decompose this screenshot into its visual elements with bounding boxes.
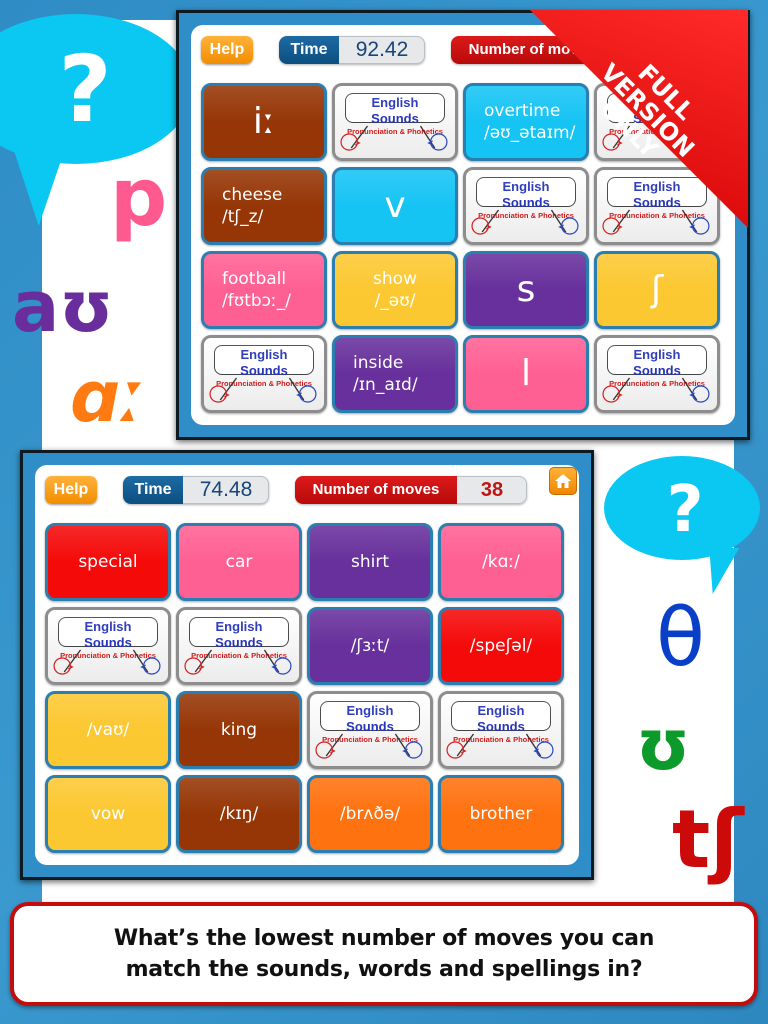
card[interactable]: /kɪŋ/ [176,775,302,853]
logo-title: English Sounds [84,619,132,650]
card[interactable]: /vaʊ/ [45,691,171,769]
home-icon [555,474,571,488]
card-face-down[interactable]: English SoundsPronunciation & Phonetics [438,691,564,769]
time-label: Time [123,476,183,504]
card[interactable]: vow [45,775,171,853]
card[interactable]: brother [438,775,564,853]
card[interactable]: ʃ [594,251,720,329]
card[interactable]: l [463,335,589,413]
card-text: vow [90,803,126,824]
time-label: Time [279,36,339,64]
card-text: ʃ [650,268,664,310]
card-face-down[interactable]: English SoundsPronunciation & Phonetics [594,335,720,413]
card-text: special [78,551,138,572]
card-text: cheese /tʃ_z/ [222,184,283,227]
home-button[interactable] [549,467,577,495]
card[interactable]: /kɑː/ [438,523,564,601]
card[interactable]: /speʃəl/ [438,607,564,685]
ipa-symbol-a-long: ɑː [70,356,144,438]
card-text: inside /ɪn_aɪd/ [353,352,418,395]
logo-title: English Sounds [633,347,681,378]
question-mark-icon: ? [666,473,704,547]
question-mark-icon: ? [58,36,112,143]
card[interactable]: /ʃɜːt/ [307,607,433,685]
time-value: 92.42 [355,38,409,61]
faces-icon [314,732,426,762]
card-face-down[interactable]: English SoundsPronunciation & Phonetics [45,607,171,685]
logo-title: English Sounds [215,619,263,650]
card-face-down[interactable]: English SoundsPronunciation & Phonetics [176,607,302,685]
card-text: car [225,551,253,572]
logo-speech-bubble: English SoundsPronunciation & Phonetics [345,93,445,136]
logo-speech-bubble: English SoundsPronunciation & Phonetics [320,701,420,744]
card-face-down[interactable]: English SoundsPronunciation & Phonetics [307,691,433,769]
ipa-symbol-upsilon: ʊ [636,704,691,786]
logo-speech-bubble: English SoundsPronunciation & Phonetics [58,617,158,660]
card-text: football /fʊtbɔː_/ [222,268,291,311]
moves-value: 38 [480,479,504,501]
card-text: /speʃəl/ [469,635,533,656]
faces-icon [208,376,320,406]
card[interactable]: king [176,691,302,769]
card[interactable]: iː [201,83,327,161]
card-text: show /_əʊ/ [373,268,417,311]
time-value: 74.48 [199,478,253,501]
ipa-symbol-tsh: tʃ [672,793,744,886]
logo-title: English Sounds [371,95,419,126]
logo-title: English Sounds [346,703,394,734]
card-text: king [220,719,258,740]
logo-speech-bubble: English SoundsPronunciation & Phonetics [189,617,289,660]
ipa-symbol-theta: θ [656,591,705,684]
card-text: iː [252,100,276,142]
logo-title: English Sounds [240,347,288,378]
timer: Time 74.48 [123,476,269,504]
timer: Time 92.42 [279,36,425,64]
help-button[interactable]: Help [45,476,97,504]
card[interactable]: cheese /tʃ_z/ [201,167,327,245]
faces-icon [183,648,295,678]
card-grid: special car shirt/kɑː/English Sounds Pronun… [45,523,564,853]
logo-title: English Sounds [477,703,525,734]
caption-box: What’s the lowest number of moves you ca… [10,902,758,1006]
card[interactable]: show /_əʊ/ [332,251,458,329]
faces-icon [601,376,713,406]
game-toolbar: Help Time 74.48 Number of moves 38 [45,467,577,505]
faces-icon [339,124,451,154]
ipa-symbol-p: p [110,151,168,244]
faces-icon [52,648,164,678]
moves-counter: Number of moves 38 [295,476,527,504]
faces-icon [445,732,557,762]
card-text: l [520,352,531,394]
ipa-symbol-au: aʊ [12,266,114,348]
card-text: /vaʊ/ [86,719,130,740]
caption-text: What’s the lowest number of moves you ca… [114,923,654,985]
card-text: /kɪŋ/ [219,803,259,824]
card[interactable]: shirt [307,523,433,601]
card-text: s [516,268,536,310]
card[interactable]: /brʌðə/ [307,775,433,853]
card[interactable]: car [176,523,302,601]
caption-line-1: What’s the lowest number of moves you ca… [113,926,655,951]
logo-speech-bubble: English SoundsPronunciation & Phonetics [214,345,314,388]
card-text: /ʃɜːt/ [350,635,390,656]
logo-speech-bubble: English SoundsPronunciation & Phonetics [607,345,707,388]
card-text: shirt [350,551,389,572]
card-face-down[interactable]: English SoundsPronunciation & Phonetics [332,83,458,161]
caption-line-2: match the sounds, words and spellings in… [125,957,643,982]
full-version-ribbon: FULL VERSION ONLY [530,10,748,228]
card[interactable]: inside /ɪn_aɪd/ [332,335,458,413]
card[interactable]: special [45,523,171,601]
card-text: /brʌðə/ [339,803,401,824]
help-button[interactable]: Help [201,36,253,64]
card-text: v [384,184,406,226]
card[interactable]: football /fʊtbɔː_/ [201,251,327,329]
logo-speech-bubble: English SoundsPronunciation & Phonetics [451,701,551,744]
card-face-down[interactable]: English SoundsPronunciation & Phonetics [201,335,327,413]
card[interactable]: s [463,251,589,329]
card-text: brother [469,803,533,824]
card[interactable]: v [332,167,458,245]
card-text: /kɑː/ [482,551,520,572]
moves-label: Number of moves [295,476,457,504]
game-screen-bottom: Help Time 74.48 Number of moves 38 speci… [20,450,594,880]
